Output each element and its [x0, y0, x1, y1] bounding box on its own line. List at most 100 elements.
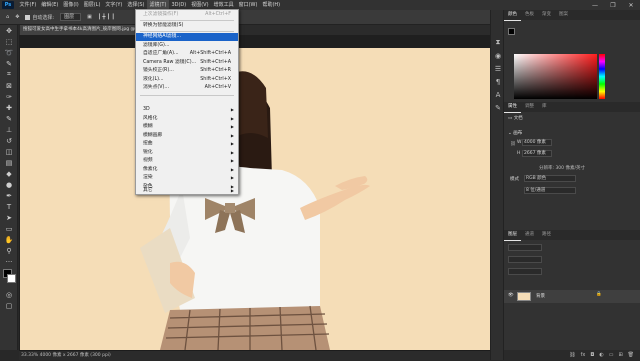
character-panel-icon[interactable]: A [491, 88, 505, 101]
path-select-icon[interactable]: ➤ [0, 212, 18, 223]
more-tools-icon[interactable]: ··· [0, 256, 18, 267]
tab-color[interactable]: 颜色 [504, 10, 521, 21]
menu-item-render[interactable]: 渲染 ▶ [136, 174, 238, 182]
close-button[interactable]: ✕ [622, 0, 640, 10]
menu-item-3d[interactable]: 3D ▶ [136, 106, 238, 114]
width-field[interactable]: 4000 像素 [522, 139, 552, 146]
brush-tool-icon[interactable]: ✎ [0, 113, 18, 124]
blend-mode-dropdown[interactable] [508, 256, 542, 263]
color-field[interactable] [514, 54, 597, 99]
align-icons[interactable]: ┃ ╋ ┃ ┃ [98, 14, 115, 20]
delete-layer-icon[interactable]: 🗑 [628, 350, 634, 360]
menu-item-liquify[interactable]: 液化(L)... Shift+Ctrl+X [136, 76, 238, 84]
frame-tool-icon[interactable]: ⊠ [0, 80, 18, 91]
tab-paths[interactable]: 路径 [538, 230, 555, 240]
height-field[interactable]: 2667 像素 [522, 150, 552, 157]
layer-row[interactable]: 👁 背景 🔒 [504, 290, 640, 303]
menu-item-label: 模糊画廊 [143, 132, 163, 138]
brush-settings-icon[interactable]: ✎ [491, 101, 505, 114]
menu-item-camera-raw[interactable]: Camera Raw 滤镜(C)... Shift+Ctrl+A [136, 59, 238, 67]
new-layer-icon[interactable]: ⊞ [618, 350, 622, 360]
tab-patterns[interactable]: 图案 [555, 10, 572, 20]
group-icon[interactable]: ▭ [609, 350, 614, 360]
photoshop-logo[interactable]: Ps [2, 1, 14, 9]
menu-help[interactable]: 帮助(H) [260, 0, 283, 10]
quick-mask-icon[interactable]: ◎ [0, 289, 18, 300]
gradient-tool-icon[interactable]: ▤ [0, 157, 18, 168]
menu-item-neural-filters[interactable]: 神经网络AI滤镜... [136, 33, 238, 42]
menu-item-video[interactable]: 视频 ▶ [136, 157, 238, 165]
menu-item-other[interactable]: 其它 ▶ [136, 187, 238, 195]
quick-select-icon[interactable]: ✎ [0, 58, 18, 69]
foreground-color-swatch[interactable] [508, 28, 515, 35]
auto-select-checkbox[interactable]: 自动选择: [25, 14, 54, 21]
menu-item-blur-gallery[interactable]: 模糊画廊 ▶ [136, 132, 238, 140]
healing-brush-icon[interactable]: ✚ [0, 102, 18, 113]
menu-item-sharpen[interactable]: 锐化 ▶ [136, 149, 238, 157]
restore-button[interactable]: ❐ [604, 0, 622, 10]
menu-type[interactable]: 文字(Y) [103, 0, 125, 10]
link-layers-icon[interactable]: ⛓ [569, 350, 575, 360]
home-icon[interactable]: ⌂ [6, 14, 9, 20]
menu-item-adaptive-wide-angle[interactable]: 自适应广角(A)... Alt+Shift+Ctrl+A [136, 50, 238, 58]
adjustment-layer-icon[interactable]: ◐ [599, 350, 603, 360]
tab-gradients[interactable]: 渐变 [538, 10, 555, 20]
lasso-tool-icon[interactable]: ➰ [0, 47, 18, 58]
menu-item-stylize[interactable]: 风格化 ▶ [136, 115, 238, 123]
properties-panel-icon[interactable]: ◉ [491, 49, 505, 62]
tab-channels[interactable]: 通道 [521, 230, 538, 240]
pen-tool-icon[interactable]: ✒ [0, 190, 18, 201]
libraries-panel-icon[interactable]: ☰ [491, 62, 505, 75]
eyedropper-icon[interactable]: ✑ [0, 91, 18, 102]
screen-mode-icon[interactable]: ▢ [0, 300, 18, 311]
blur-tool-icon[interactable]: ◆ [0, 168, 18, 179]
canvas-label-text: 画布 [513, 131, 523, 136]
marquee-tool-icon[interactable]: ⬚ [0, 36, 18, 47]
tab-properties[interactable]: 属性 [504, 102, 521, 113]
visibility-eye-icon[interactable]: 👁 [508, 293, 514, 298]
color-swatches-icon[interactable] [0, 267, 18, 289]
zoom-tool-icon[interactable]: ⚲ [0, 245, 18, 256]
move-tool-icon[interactable]: ✥ [0, 25, 18, 36]
auto-select-dropdown[interactable]: 图层 [60, 13, 82, 21]
tab-libraries[interactable]: 库 [538, 102, 551, 112]
menu-image[interactable]: 图像(I) [61, 0, 81, 10]
fx-icon[interactable]: fx [581, 350, 586, 360]
tab-layers[interactable]: 图层 [504, 230, 521, 241]
menu-window[interactable]: 窗口(W) [236, 0, 260, 10]
shape-tool-icon[interactable]: ▭ [0, 223, 18, 234]
checkbox-box[interactable] [25, 14, 31, 20]
crop-tool-icon[interactable]: ⌗ [0, 69, 18, 80]
link-dimensions-icon[interactable]: ⛓ [510, 142, 516, 147]
tab-swatches[interactable]: 色板 [521, 10, 538, 20]
type-tool-icon[interactable]: T [0, 201, 18, 212]
eraser-icon[interactable]: ◫ [0, 146, 18, 157]
minimize-button[interactable]: — [586, 0, 604, 10]
tab-adjustments[interactable]: 调整 [521, 102, 538, 112]
menu-item-convert-smart-filter[interactable]: 转换为智能滤镜(S) [136, 22, 238, 30]
hue-slider[interactable] [599, 54, 605, 99]
history-panel-icon[interactable]: ⧗ [491, 36, 505, 49]
menu-item-vanishing-point[interactable]: 消失点(V)... Alt+Ctrl+V [136, 84, 238, 92]
menu-item-blur[interactable]: 模糊 ▶ [136, 123, 238, 131]
menu-item-pixelate[interactable]: 像素化 ▶ [136, 166, 238, 174]
dodge-tool-icon[interactable]: ● [0, 179, 18, 190]
hand-tool-icon[interactable]: ✋ [0, 234, 18, 245]
add-mask-icon[interactable]: ◘ [590, 350, 594, 360]
layer-filter-dropdown[interactable] [508, 244, 542, 251]
paragraph-panel-icon[interactable]: ¶ [491, 75, 505, 88]
transform-controls-icon[interactable]: ▣ [87, 14, 92, 20]
document-canvas-image[interactable] [20, 48, 490, 350]
menu-item-lens-correction[interactable]: 镜头校正(R)... Shift+Ctrl+R [136, 67, 238, 75]
history-brush-icon[interactable]: ↺ [0, 135, 18, 146]
menu-edit[interactable]: 编辑(E) [39, 0, 61, 10]
lock-options[interactable] [508, 268, 542, 275]
mode-dropdown[interactable]: RGB 颜色 [524, 175, 576, 182]
menu-layer[interactable]: 图层(L) [81, 0, 103, 10]
move-tool-icon[interactable]: ✥ [15, 14, 19, 20]
menu-item-distort[interactable]: 扭曲 ▶ [136, 140, 238, 148]
bit-depth-dropdown[interactable]: 8 位/通道 [524, 187, 576, 194]
stamp-tool-icon[interactable]: ⊥ [0, 124, 18, 135]
menu-file[interactable]: 文件(F) [17, 0, 39, 10]
menu-item-filter-gallery[interactable]: 滤镜库(G)... [136, 42, 238, 50]
